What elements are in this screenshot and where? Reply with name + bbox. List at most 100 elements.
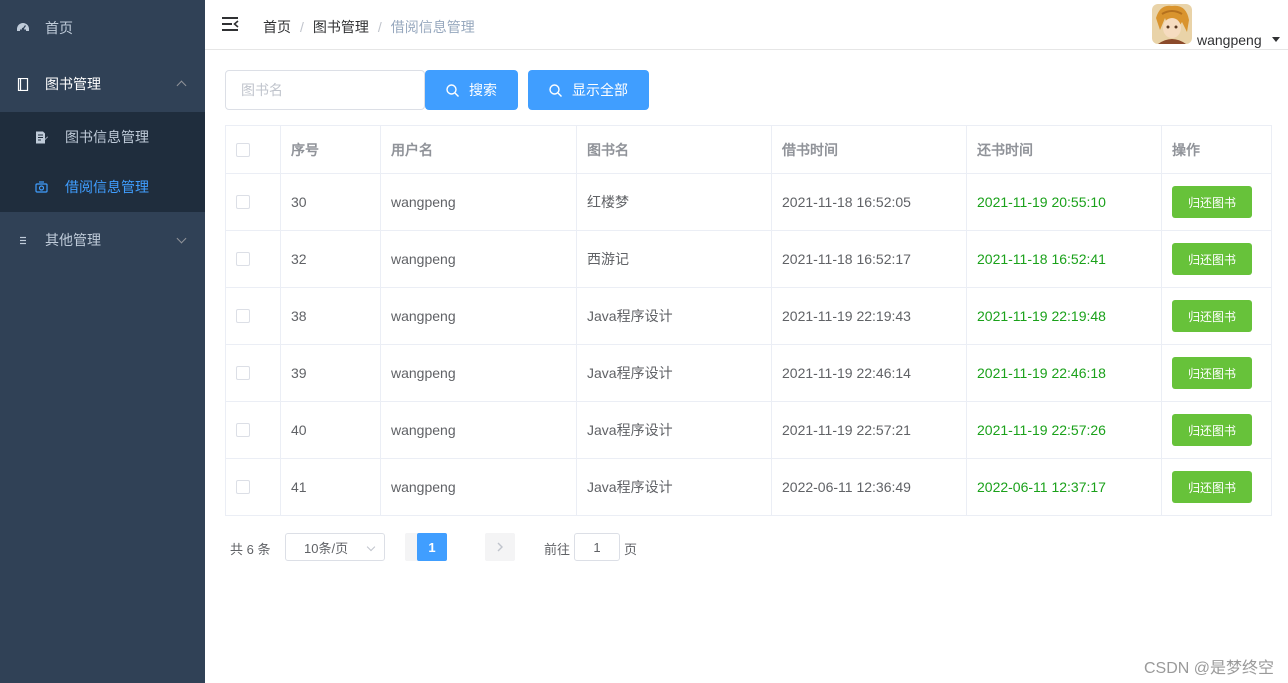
chevron-down-icon [366,542,376,552]
column-header-borrow-time[interactable]: 借书时间 [772,126,967,173]
table-row: 41 wangpeng Java程序设计 2022-06-11 12:36:49… [226,459,1272,516]
cell-return-time: 2022-06-11 12:37:17 [967,459,1162,515]
select-all-checkbox[interactable] [236,142,250,157]
row-checkbox-cell [226,402,281,458]
column-header-id[interactable]: 序号 [281,126,381,173]
cell-action: 归还图书 [1162,345,1272,401]
cell-action: 归还图书 [1162,288,1272,344]
table-row: 32 wangpeng 西游记 2021-11-18 16:52:17 2021… [226,231,1272,288]
return-book-button[interactable]: 归还图书 [1172,243,1252,275]
row-checkbox[interactable] [236,423,250,437]
sidebar: 首页 图书管理 图书信息管理 借阅信息管理 其他管理 [0,0,205,683]
breadcrumb-separator: / [300,19,304,35]
breadcrumb-current: 借阅信息管理 [390,19,475,35]
search-icon [446,83,459,97]
return-book-button[interactable]: 归还图书 [1172,471,1252,503]
cell-user: wangpeng [381,459,577,515]
row-checkbox[interactable] [236,366,250,380]
cell-book: Java程序设计 [577,288,772,344]
page-size-select[interactable]: 10条/页 [285,533,385,561]
pagination: 共 6 条 10条/页 1 前往 页 [230,533,730,561]
cell-id: 41 [281,459,381,515]
goto-suffix: 页 [624,542,638,557]
sidebar-item-book-info[interactable]: 图书信息管理 [0,112,205,162]
return-book-button[interactable]: 归还图书 [1172,414,1252,446]
row-checkbox-cell [226,174,281,230]
cell-borrow-time: 2022-06-11 12:36:49 [772,459,967,515]
column-header-user[interactable]: 用户名 [381,126,577,173]
cell-action: 归还图书 [1162,231,1272,287]
username[interactable]: wangpeng [1197,32,1262,48]
sidebar-item-other-management[interactable]: 其他管理 [0,212,205,268]
show-all-button-label: 显示全部 [572,82,628,98]
cell-book: Java程序设计 [577,459,772,515]
select-all-cell [226,126,281,173]
sidebar-item-label: 图书信息管理 [65,129,149,145]
cell-action: 归还图书 [1162,174,1272,230]
hamburger-toggle-icon[interactable] [222,17,239,31]
book-name-search-input[interactable] [225,70,425,110]
cell-id: 32 [281,231,381,287]
page-number-current[interactable]: 1 [417,533,447,561]
table-row: 30 wangpeng 红楼梦 2021-11-18 16:52:05 2021… [226,174,1272,231]
row-checkbox-cell [226,345,281,401]
row-checkbox[interactable] [236,252,250,266]
row-checkbox[interactable] [236,309,250,323]
column-header-action: 操作 [1162,126,1272,173]
sidebar-item-borrow-info[interactable]: 借阅信息管理 [0,162,205,212]
borrow-icon [35,180,48,194]
breadcrumb: 首页 / 图书管理 / 借阅信息管理 [263,17,475,37]
navbar: 首页 / 图书管理 / 借阅信息管理 wangpeng [205,0,1288,50]
avatar[interactable] [1152,4,1192,44]
row-checkbox[interactable] [236,480,250,494]
table-header-row: 序号 用户名 图书名 借书时间 还书时间 操作 [226,126,1272,174]
page-size-value: 10条/页 [304,540,349,556]
row-checkbox-cell [226,231,281,287]
table-row: 39 wangpeng Java程序设计 2021-11-19 22:46:14… [226,345,1272,402]
document-edit-icon [35,131,48,144]
return-book-button[interactable]: 归还图书 [1172,300,1252,332]
cell-user: wangpeng [381,402,577,458]
cell-return-time: 2021-11-18 16:52:41 [967,231,1162,287]
chevron-down-icon [176,233,187,244]
cell-action: 归还图书 [1162,402,1272,458]
cell-user: wangpeng [381,288,577,344]
cell-borrow-time: 2021-11-19 22:46:14 [772,345,967,401]
cell-book: Java程序设计 [577,345,772,401]
search-button[interactable]: 搜索 [425,70,518,110]
return-book-button[interactable]: 归还图书 [1172,186,1252,218]
borrow-records-table: 序号 用户名 图书名 借书时间 还书时间 操作 30 wangpeng 红楼梦 … [225,125,1272,516]
cell-id: 38 [281,288,381,344]
sidebar-item-label: 图书管理 [45,76,101,92]
column-header-book[interactable]: 图书名 [577,126,772,173]
chevron-up-icon [176,80,187,91]
chevron-right-icon [497,542,503,552]
watermark: CSDN @是梦终空 [1143,660,1274,677]
show-all-button[interactable]: 显示全部 [528,70,649,110]
cell-return-time: 2021-11-19 22:46:18 [967,345,1162,401]
row-checkbox-cell [226,288,281,344]
goto-label: 前往 [544,542,571,557]
table-row: 38 wangpeng Java程序设计 2021-11-19 22:19:43… [226,288,1272,345]
cell-id: 40 [281,402,381,458]
cell-user: wangpeng [381,345,577,401]
sidebar-item-home[interactable]: 首页 [0,0,205,56]
row-checkbox[interactable] [236,195,250,209]
pagination-total: 共 6 条 [230,542,271,557]
list-icon [16,233,30,247]
column-header-return-time[interactable]: 还书时间 [967,126,1162,173]
breadcrumb-book-management[interactable]: 图书管理 [313,17,369,37]
cell-borrow-time: 2021-11-18 16:52:05 [772,174,967,230]
book-icon [16,77,30,91]
sidebar-item-book-management[interactable]: 图书管理 [0,56,205,112]
breadcrumb-home[interactable]: 首页 [263,17,291,37]
goto-page-input[interactable] [574,533,620,561]
sidebar-item-label: 借阅信息管理 [65,179,149,195]
sidebar-item-label: 首页 [45,20,73,36]
caret-down-icon[interactable] [1272,37,1280,42]
cell-book: 红楼梦 [577,174,772,230]
next-page-button[interactable] [485,533,515,561]
dashboard-icon [16,21,30,35]
cell-return-time: 2021-11-19 22:19:48 [967,288,1162,344]
return-book-button[interactable]: 归还图书 [1172,357,1252,389]
